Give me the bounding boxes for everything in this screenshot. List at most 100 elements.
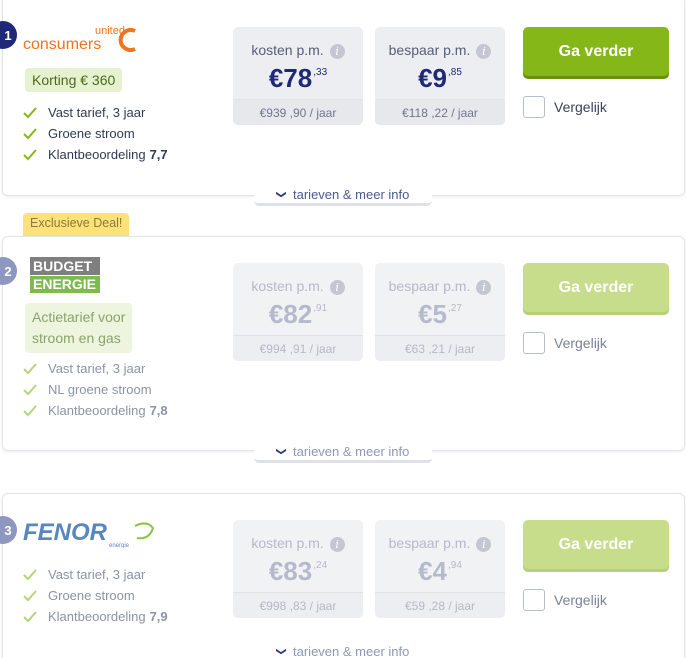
provider-logo-budget-energie: BUDGET ENERGIE [30, 257, 102, 300]
go-further-button[interactable]: Ga verder [523, 520, 669, 569]
cost-per-month-box: kosten p.m. i €82,91 €994 ,91 / jaar [233, 263, 363, 361]
info-icon[interactable]: i [329, 43, 345, 59]
feature-text: Klantbeoordeling [48, 403, 146, 418]
cost-label: kosten p.m. [251, 278, 324, 294]
offer-card-budget-energie: 2 BUDGET ENERGIE Actietarief voor stroom… [0, 236, 685, 451]
offer-card-united-consumers: 1 united consumers Korting € 360 Vast ta… [0, 0, 685, 196]
feature-item: Vast tarief, 3 jaar [23, 102, 168, 123]
checkbox-square[interactable] [523, 332, 545, 354]
cost-cents: ,24 [313, 560, 328, 571]
savings-cents: ,85 [448, 67, 462, 78]
info-icon[interactable]: i [476, 279, 492, 295]
more-info-label: tarieven & meer info [293, 644, 410, 658]
check-icon [23, 362, 37, 374]
feature-text: Vast tarief, 3 jaar [48, 105, 146, 120]
exclusive-deal-badge: Exclusieve Deal! [23, 213, 130, 237]
cost-per-year: €998 ,83 / jaar [233, 592, 363, 618]
rating-value: 7,8 [149, 403, 168, 418]
info-icon[interactable]: i [329, 536, 345, 552]
rating-value: 7,9 [149, 609, 168, 624]
savings-amount: €9 [418, 63, 447, 93]
rank-number: 1 [4, 27, 12, 43]
compare-checkbox[interactable]: Vergelijk [523, 332, 607, 354]
provider-logo-united-consumers: united consumers [23, 24, 143, 61]
info-icon[interactable]: i [476, 536, 492, 552]
discount-line-2: stroom en gas [32, 330, 121, 346]
feature-text: Vast tarief, 3 jaar [48, 361, 146, 376]
savings-label: bespaar p.m. [388, 535, 471, 551]
feature-text: Groene stroom [48, 588, 135, 603]
rank-number: 3 [4, 522, 12, 538]
cost-cents: ,33 [313, 67, 328, 78]
feature-list: Vast tarief, 3 jaar Groene stroom Klantb… [23, 102, 168, 165]
check-icon [23, 106, 37, 118]
feature-item: Groene stroom [23, 123, 168, 144]
compare-checkbox[interactable]: Vergelijk [523, 96, 607, 118]
check-icon [23, 404, 37, 416]
cost-per-month-box: kosten p.m. i €78,33 €939 ,90 / jaar [233, 27, 363, 125]
cost-per-year: €939 ,90 / jaar [233, 99, 363, 125]
offer-card-fenor: 3 FENOR energie Vast tarief, 3 jaar Groe… [0, 493, 685, 658]
checkbox-square[interactable] [523, 589, 545, 611]
cost-label: kosten p.m. [251, 535, 324, 551]
feature-item: Klantbeoordeling 7,8 [23, 400, 168, 421]
feature-item: Vast tarief, 3 jaar [23, 358, 168, 379]
cost-cents: ,91 [313, 303, 328, 314]
more-info-label: tarieven & meer info [293, 187, 410, 202]
rating-value: 7,7 [149, 147, 168, 162]
compare-label: Vergelijk [554, 99, 607, 115]
feature-item: Vast tarief, 3 jaar [23, 564, 168, 585]
feature-list: Vast tarief, 3 jaar Groene stroom Klantb… [23, 564, 168, 627]
savings-per-month-box: bespaar p.m. i €9,85 €118 ,22 / jaar [375, 27, 505, 125]
more-info-toggle[interactable]: ❯ tarieven & meer info [254, 186, 432, 206]
discount-badge: Korting € 360 [25, 68, 123, 92]
savings-cents: ,27 [448, 303, 462, 314]
check-icon [23, 610, 37, 622]
feature-item: Klantbeoordeling 7,9 [23, 606, 168, 627]
feature-item: Klantbeoordeling 7,7 [23, 144, 168, 165]
savings-label: bespaar p.m. [388, 42, 471, 58]
cost-amount: €82 [268, 299, 313, 329]
rank-number: 2 [4, 263, 12, 279]
cost-per-month-box: kosten p.m. i €83,24 €998 ,83 / jaar [233, 520, 363, 618]
savings-per-year: €59 ,28 / jaar [375, 592, 505, 618]
info-icon[interactable]: i [476, 43, 492, 59]
savings-label: bespaar p.m. [388, 278, 471, 294]
cost-label: kosten p.m. [251, 42, 324, 58]
feature-text: Vast tarief, 3 jaar [48, 567, 146, 582]
cost-amount: €78 [268, 63, 313, 93]
feature-text: NL groene stroom [48, 382, 152, 397]
discount-badge: Actietarief voor stroom en gas [25, 303, 133, 353]
check-icon [23, 383, 37, 395]
check-icon [23, 589, 37, 601]
check-icon [23, 568, 37, 580]
logo-main-text: consumers [23, 36, 101, 53]
feature-item: NL groene stroom [23, 379, 168, 400]
rank-badge: 3 [0, 516, 17, 544]
savings-amount: €4 [418, 556, 447, 586]
discount-line-1: Actietarief voor [32, 309, 126, 325]
info-icon[interactable]: i [329, 279, 345, 295]
logo-main-text: ENERGIE [33, 276, 96, 292]
feature-text: Klantbeoordeling [48, 147, 146, 162]
feature-text: Groene stroom [48, 126, 135, 141]
more-info-toggle[interactable]: ❯ tarieven & meer info [254, 643, 432, 658]
compare-checkbox[interactable]: Vergelijk [523, 589, 607, 611]
more-info-toggle[interactable]: ❯ tarieven & meer info [254, 443, 432, 463]
savings-per-year: €63 ,21 / jaar [375, 335, 505, 361]
go-further-button[interactable]: Ga verder [523, 263, 669, 312]
feature-text: Klantbeoordeling [48, 609, 146, 624]
feature-item: Groene stroom [23, 585, 168, 606]
savings-per-month-box: bespaar p.m. i €4,94 €59 ,28 / jaar [375, 520, 505, 618]
cost-amount: €83 [268, 556, 313, 586]
compare-label: Vergelijk [554, 335, 607, 351]
savings-per-month-box: bespaar p.m. i €5,27 €63 ,21 / jaar [375, 263, 505, 361]
provider-logo-fenor: FENOR energie [23, 518, 157, 553]
go-further-button[interactable]: Ga verder [523, 27, 669, 76]
chevron-down-icon: ❯ [275, 447, 287, 456]
rank-badge: 1 [0, 21, 17, 49]
checkbox-square[interactable] [523, 96, 545, 118]
check-icon [23, 148, 37, 160]
savings-amount: €5 [418, 299, 447, 329]
logo-main-text: FENOR [23, 519, 108, 546]
